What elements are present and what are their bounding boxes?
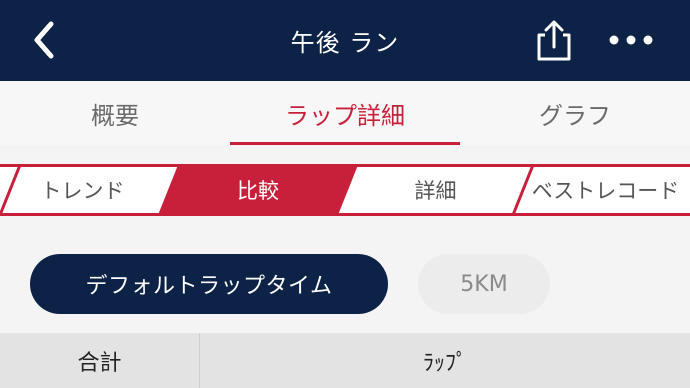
segment-best-record[interactable]: ベストレコード <box>521 164 690 216</box>
column-header-lap: ﾗｯﾌﾟ <box>422 350 467 376</box>
share-icon <box>537 20 571 61</box>
segment-control: トレンド 比較 詳細 ベストレコード <box>0 164 690 216</box>
tab-bar: 概要 ラップ詳細 グラフ <box>0 81 690 145</box>
more-horizontal-icon <box>609 35 653 45</box>
segment-detail[interactable]: 詳細 <box>348 164 523 216</box>
column-header-total: 合計 <box>0 333 200 388</box>
5km-filter-button[interactable]: 5KM <box>418 254 550 314</box>
more-button[interactable] <box>604 18 658 62</box>
table-header: 合計 ﾗｯﾌﾟ <box>0 333 690 388</box>
share-button[interactable] <box>530 16 578 64</box>
app-header: 午後 ラン <box>0 0 690 81</box>
tab-overview[interactable]: 概要 <box>0 81 230 145</box>
default-lap-time-button[interactable]: デフォルトラップタイム <box>30 254 388 314</box>
tab-lap-details[interactable]: ラップ詳細 <box>230 81 460 145</box>
page-title: 午後 ラン <box>290 29 400 57</box>
segment-compare[interactable]: 比較 <box>168 164 348 216</box>
segment-trend[interactable]: トレンド <box>0 164 165 216</box>
tab-graph[interactable]: グラフ <box>460 81 690 145</box>
